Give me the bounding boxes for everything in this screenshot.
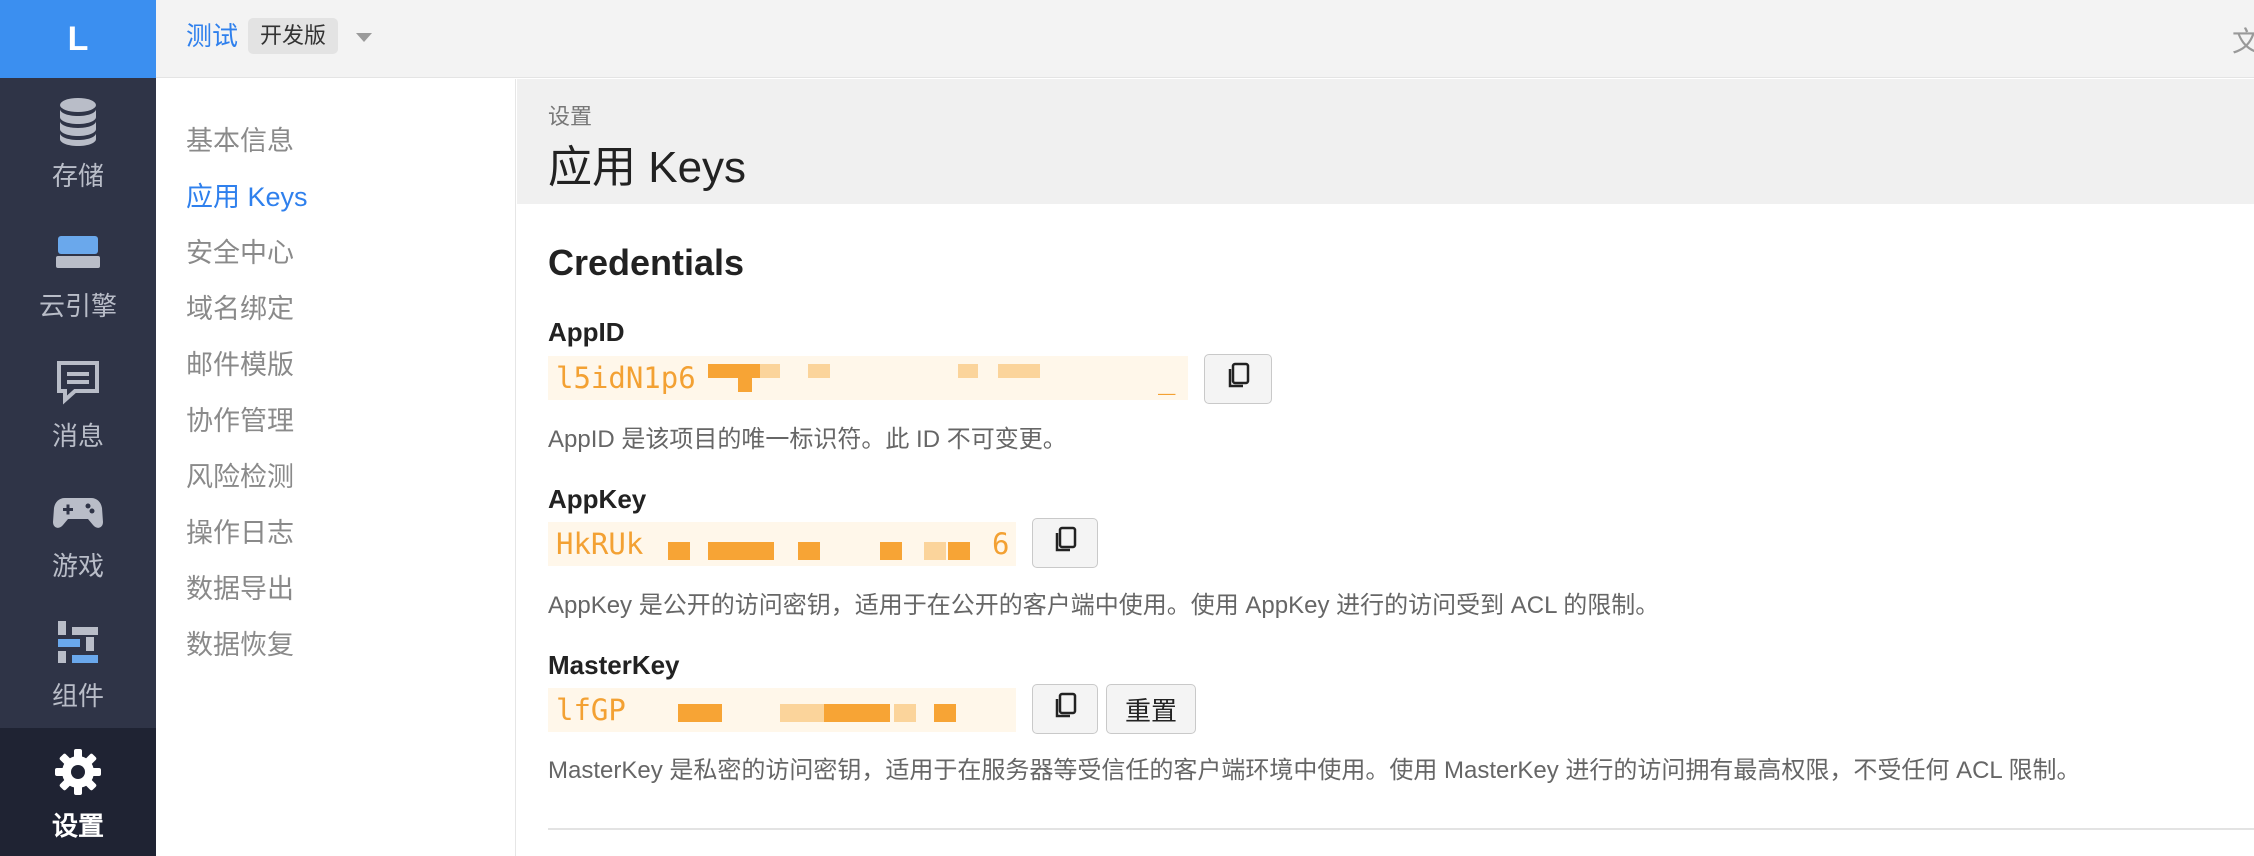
subnav-item-data-export[interactable]: 数据导出 [186, 567, 294, 606]
copy-appid-button[interactable] [1204, 354, 1272, 404]
redaction-block [738, 364, 760, 378]
main-sidebar: L 存储 云引擎 消息 游戏 组件 设置 [0, 0, 156, 856]
appid-description: AppID 是该项目的唯一标识符。此 ID 不可变更。 [548, 426, 1067, 453]
redaction-block [948, 542, 970, 560]
appkey-visible-text: HkRUk [556, 527, 644, 561]
reset-masterkey-button[interactable]: 重置 [1106, 684, 1196, 734]
redaction-block [668, 542, 690, 560]
subnav-item-basic-info[interactable]: 基本信息 [186, 119, 294, 158]
subnav-item-collaboration[interactable]: 协作管理 [186, 399, 294, 438]
redaction-block [958, 364, 978, 378]
copy-icon [1052, 526, 1078, 561]
subnav-item-data-restore[interactable]: 数据恢复 [186, 623, 294, 662]
credentials-panel: Credentials AppID l5idN1p6 _ AppID 是该项目的… [517, 204, 2254, 856]
top-bar: 测试 开发版 文 [156, 0, 2254, 78]
redaction-block [846, 704, 868, 722]
components-icon [50, 614, 106, 670]
redaction-block [738, 378, 752, 392]
copy-masterkey-button[interactable] [1032, 684, 1098, 734]
redaction-block [808, 364, 830, 378]
appid-visible-text: l5idN1p6 [556, 361, 696, 395]
app-logo[interactable]: L [0, 0, 156, 78]
redaction-block [700, 704, 722, 722]
rail-item-games[interactable]: 游戏 [0, 468, 156, 598]
rail-label: 消息 [51, 420, 104, 451]
redaction-block [708, 542, 730, 560]
page-header: 设置 应用 Keys [517, 79, 2254, 204]
app-root: L 存储 云引擎 消息 游戏 组件 设置 测试 开发版 文 基本信息 应用 Ke… [0, 0, 2254, 856]
rail-label: 设置 [51, 810, 104, 841]
server-icon [50, 224, 106, 280]
gear-icon [50, 744, 106, 800]
redaction-block [894, 704, 916, 722]
appkey-label: AppKey [548, 484, 647, 514]
appid-tail: _ [1158, 361, 1176, 395]
subnav-item-security[interactable]: 安全中心 [186, 231, 294, 270]
subnav-item-domain-binding[interactable]: 域名绑定 [186, 287, 294, 326]
redaction-block [708, 364, 738, 378]
subnav-item-operation-log[interactable]: 操作日志 [186, 511, 294, 550]
redaction-block [678, 704, 700, 722]
copy-appkey-button[interactable] [1032, 518, 1098, 568]
rail-label: 组件 [51, 680, 104, 711]
redaction-block [934, 704, 956, 722]
redaction-block [802, 704, 824, 722]
rail-item-messages[interactable]: 消息 [0, 338, 156, 468]
rail-item-cloud-engine[interactable]: 云引擎 [0, 208, 156, 338]
redaction-block [868, 704, 890, 722]
database-icon [50, 94, 106, 150]
redaction-block [998, 364, 1020, 378]
rail-label: 游戏 [51, 550, 104, 581]
subnav-item-email-templates[interactable]: 邮件模版 [186, 343, 294, 382]
breadcrumb[interactable]: 设置 [548, 99, 592, 131]
masterkey-description: MasterKey 是私密的访问密钥，适用于在服务器等受信任的客户端环境中使用。… [548, 757, 2081, 784]
copy-icon [1052, 692, 1078, 727]
app-name-link[interactable]: 测试 [186, 18, 238, 54]
redaction-block [924, 542, 946, 560]
section-divider [548, 828, 2254, 830]
rail-label: 存储 [51, 160, 104, 191]
message-icon [50, 354, 106, 410]
appid-value[interactable]: l5idN1p6 _ [548, 356, 1188, 400]
page-title: 应用 Keys [548, 143, 747, 192]
rail-item-storage[interactable]: 存储 [0, 78, 156, 208]
redaction-block [780, 704, 802, 722]
settings-nav: 基本信息 应用 Keys 安全中心 域名绑定 邮件模版 协作管理 风险检测 操作… [156, 79, 516, 856]
top-right-menu[interactable]: 文 [2232, 20, 2254, 60]
subnav-item-app-keys[interactable]: 应用 Keys [186, 175, 308, 214]
redaction-block [798, 542, 820, 560]
copy-icon [1225, 362, 1251, 397]
subnav-item-risk-detection[interactable]: 风险检测 [186, 455, 294, 494]
redaction-block [752, 542, 774, 560]
masterkey-value[interactable]: lfGP [548, 688, 1016, 732]
rail-label: 云引擎 [38, 290, 117, 321]
gamepad-icon [50, 484, 106, 540]
chevron-down-icon[interactable] [356, 33, 372, 42]
section-title: Credentials [548, 242, 745, 283]
appkey-description: AppKey 是公开的访问密钥，适用于在公开的客户端中使用。使用 AppKey … [548, 592, 1660, 619]
rail-item-settings[interactable]: 设置 [0, 728, 156, 856]
appid-label: AppID [548, 317, 625, 347]
masterkey-label: MasterKey [548, 650, 680, 680]
appkey-value[interactable]: HkRUk 6 [548, 522, 1016, 566]
environment-badge[interactable]: 开发版 [248, 18, 339, 54]
masterkey-visible-text: lfGP [556, 693, 626, 727]
rail-item-components[interactable]: 组件 [0, 598, 156, 728]
redaction-block [760, 364, 780, 378]
redaction-block [1020, 364, 1040, 378]
redaction-block [824, 704, 846, 722]
redaction-block [730, 542, 752, 560]
redaction-block [880, 542, 902, 560]
appkey-tail: 6 [992, 527, 1010, 561]
